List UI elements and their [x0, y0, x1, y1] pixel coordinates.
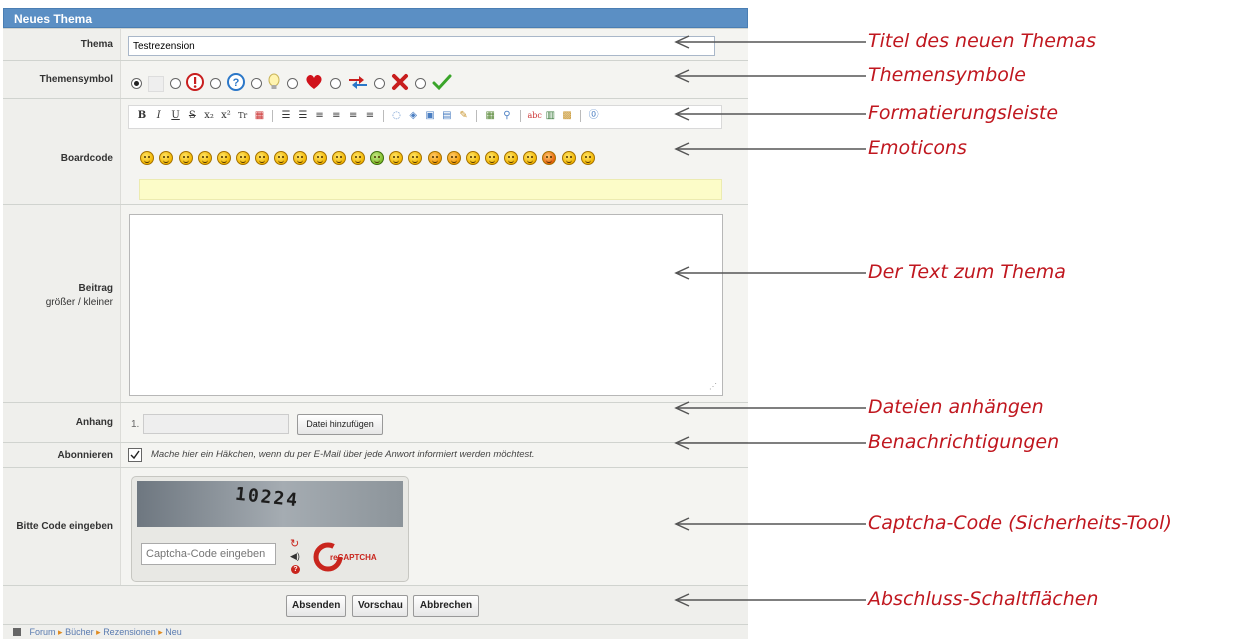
- annotation-arrows: [674, 35, 866, 607]
- annotation-symbols: Themensymbole: [868, 64, 1026, 86]
- arrow-symbols: [674, 69, 866, 83]
- annotation-emoticons: Emoticons: [868, 137, 967, 159]
- annotation-title: Titel des neuen Themas: [868, 30, 1096, 52]
- annotation-captcha: Captcha-Code (Sicherheits-Tool): [868, 512, 1172, 534]
- arrow-text: [674, 266, 866, 280]
- arrow-toolbar: [674, 107, 866, 121]
- annotation-attach: Dateien anhängen: [868, 396, 1044, 418]
- arrow-buttons: [674, 593, 866, 607]
- arrow-emoticons: [674, 142, 866, 156]
- arrow-notify: [674, 436, 866, 450]
- arrow-title: [674, 35, 866, 49]
- annotation-toolbar: Formatierungsleiste: [868, 102, 1059, 124]
- annotation-notify: Benachrichtigungen: [868, 431, 1060, 453]
- annotation-buttons: Abschluss-Schaltflächen: [868, 588, 1099, 610]
- annotation-text: Der Text zum Thema: [868, 261, 1066, 283]
- arrow-attach: [674, 401, 866, 415]
- arrow-captcha: [674, 517, 866, 531]
